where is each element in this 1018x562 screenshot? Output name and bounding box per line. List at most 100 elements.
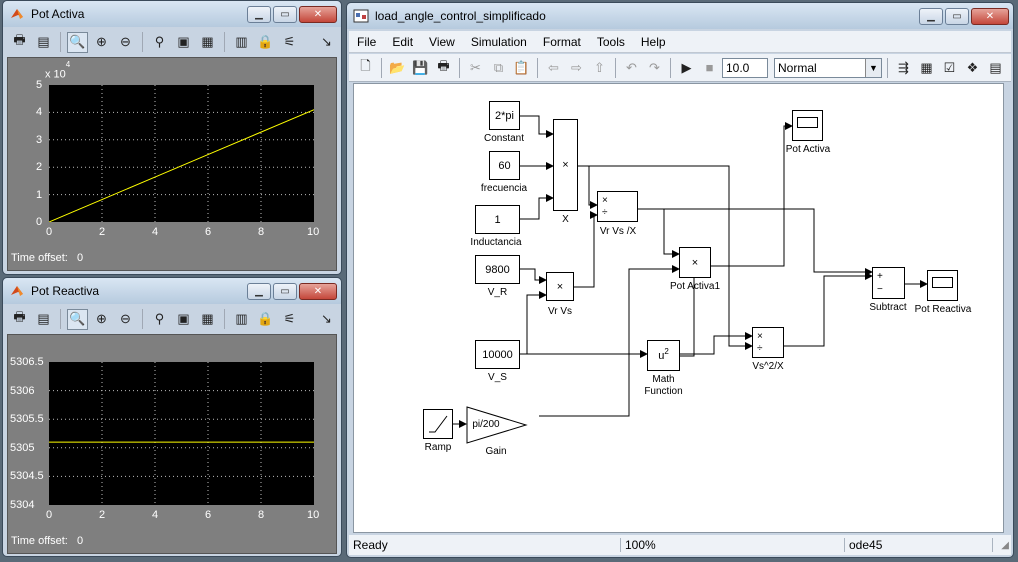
save-axes-icon[interactable]: ▣ <box>173 32 194 53</box>
math-function-block[interactable]: u2 <box>647 340 680 371</box>
menu-file[interactable]: File <box>349 35 384 49</box>
scope-window-pot-reactiva[interactable]: Pot Reactiva ▁ ▭ ✕ 🖶 ▤ 🔍 ⊕ ⊖ ⚲ ▣ ▦ ▥ 🔒 ⚟… <box>2 277 342 557</box>
new-model-icon[interactable]: 🗋 <box>355 57 376 78</box>
model-explorer-icon[interactable]: ▤ <box>985 57 1006 78</box>
forward-icon[interactable]: ⇨ <box>566 57 587 78</box>
scope-window-pot-activa[interactable]: Pot Activa ▁ ▭ ✕ 🖶 ▤ 🔍 ⊕ ⊖ ⚲ ▣ ▦ ▥ 🔒 ⚟ ↘… <box>2 0 342 275</box>
restore-axes-icon[interactable]: ▦ <box>197 309 218 330</box>
minimize-button[interactable]: ▁ <box>247 282 271 300</box>
menu-edit[interactable]: Edit <box>384 35 421 49</box>
parameters-icon[interactable]: ▤ <box>33 32 54 53</box>
scope-pot-reactiva-block[interactable] <box>927 270 958 301</box>
vrvsx-block[interactable]: × ÷ <box>597 191 638 222</box>
scope-pot-activa-block[interactable] <box>792 110 823 141</box>
window-title: load_angle_control_simplificado <box>375 9 546 23</box>
vs2x-block[interactable]: × ÷ <box>752 327 784 358</box>
potactiva1-block[interactable]: × <box>679 247 711 278</box>
stop-time-input[interactable]: 10.0 <box>722 57 768 78</box>
menu-bar: File Edit View Simulation Format Tools H… <box>349 31 1011 53</box>
print-icon[interactable]: 🖶 <box>9 32 30 53</box>
save-icon[interactable]: 💾 <box>410 57 431 78</box>
up-icon[interactable]: ⇧ <box>589 57 610 78</box>
zoom-x-icon[interactable]: ⊕ <box>91 309 112 330</box>
separator <box>224 32 225 52</box>
simulation-mode-select[interactable]: Normal ▼ <box>774 57 882 78</box>
constant-block[interactable]: 2*pi <box>489 101 520 130</box>
print-icon[interactable]: 🖶 <box>9 309 30 330</box>
stop-simulation-icon[interactable]: ■ <box>699 57 720 78</box>
open-icon[interactable]: 📂 <box>387 57 408 78</box>
inductancia-block[interactable]: 1 <box>475 205 520 234</box>
y-tick-label: 5305 <box>10 442 35 454</box>
print-icon[interactable]: 🖶 <box>433 57 454 78</box>
model-canvas[interactable]: 2*pi Constant 60 frecuencia 1 Inductanci… <box>353 83 1004 533</box>
parameters-icon[interactable]: ▤ <box>33 309 54 330</box>
lock-icon[interactable]: 🔒 <box>255 32 276 53</box>
zoom-icon[interactable]: 🔍 <box>67 31 88 53</box>
paste-icon[interactable]: 📋 <box>511 57 532 78</box>
simulink-model-window[interactable]: load_angle_control_simplificado ▁ ▭ ✕ Fi… <box>346 2 1014 558</box>
vrvs-block[interactable]: × <box>546 272 574 301</box>
constant-label: Constant <box>483 133 525 144</box>
redo-icon[interactable]: ↷ <box>644 57 665 78</box>
resize-grip-icon[interactable]: ◢ <box>1001 540 1011 551</box>
x-tick-label: 2 <box>99 509 106 521</box>
cut-icon[interactable]: ✂ <box>465 57 486 78</box>
build-icon[interactable]: ▦ <box>916 57 937 78</box>
update-diagram-icon[interactable]: ⇶ <box>893 57 914 78</box>
maximize-button[interactable]: ▭ <box>273 282 297 300</box>
subtract-block[interactable]: + − <box>872 267 905 299</box>
minimize-button[interactable]: ▁ <box>247 5 271 23</box>
library-browser-icon[interactable]: ❖ <box>962 57 983 78</box>
close-button[interactable]: ✕ <box>971 7 1009 25</box>
menu-help[interactable]: Help <box>633 35 674 49</box>
product-x-block[interactable]: × <box>553 119 578 211</box>
plot-axes[interactable] <box>49 85 314 222</box>
save-axes-icon[interactable]: ▣ <box>173 309 194 330</box>
x-tick-label: 6 <box>205 226 212 238</box>
model-toolbar: 🗋 📂 💾 🖶 ✂ ⧉ 📋 ⇦ ⇨ ⇧ ↶ ↷ ▶ ■ 10.0 Normal ▼… <box>349 54 1011 82</box>
y-tick-label: 2 <box>36 161 43 173</box>
close-button[interactable]: ✕ <box>299 282 337 300</box>
dock-arrow-icon[interactable]: ↘ <box>316 32 337 53</box>
undo-icon[interactable]: ↶ <box>621 57 642 78</box>
zoom-y-icon[interactable]: ⊖ <box>115 32 136 53</box>
menu-tools[interactable]: Tools <box>589 35 633 49</box>
model-advisor-icon[interactable]: ☑ <box>939 57 960 78</box>
dock-arrow-icon[interactable]: ↘ <box>316 309 337 330</box>
floating-scope-icon[interactable]: ▥ <box>231 309 252 330</box>
zoom-y-icon[interactable]: ⊖ <box>115 309 136 330</box>
title-bar[interactable]: load_angle_control_simplificado ▁ ▭ ✕ <box>347 3 1013 29</box>
minimize-button[interactable]: ▁ <box>919 7 943 25</box>
copy-icon[interactable]: ⧉ <box>488 57 509 78</box>
time-offset-value: 0 <box>77 535 84 547</box>
chevron-down-icon[interactable]: ▼ <box>865 58 881 77</box>
autoscale-icon[interactable]: ⚲ <box>149 32 170 53</box>
title-bar[interactable]: Pot Activa ▁ ▭ ✕ <box>3 1 341 27</box>
title-bar[interactable]: Pot Reactiva ▁ ▭ ✕ <box>3 278 341 304</box>
signal-selection-icon[interactable]: ⚟ <box>279 32 300 53</box>
zoom-icon[interactable]: 🔍 <box>67 308 88 330</box>
vr-block[interactable]: 9800 <box>475 255 520 284</box>
back-icon[interactable]: ⇦ <box>543 57 564 78</box>
scope-pot-reactiva-label: Pot Reactiva <box>914 304 972 315</box>
plot-axes[interactable] <box>49 362 314 505</box>
maximize-button[interactable]: ▭ <box>945 7 969 25</box>
start-simulation-icon[interactable]: ▶ <box>676 57 697 78</box>
lock-icon[interactable]: 🔒 <box>255 309 276 330</box>
x-tick-label: 8 <box>258 226 265 238</box>
y-tick-label: 1 <box>36 189 43 201</box>
menu-view[interactable]: View <box>421 35 463 49</box>
restore-axes-icon[interactable]: ▦ <box>197 32 218 53</box>
zoom-x-icon[interactable]: ⊕ <box>91 32 112 53</box>
frecuencia-block[interactable]: 60 <box>489 151 520 180</box>
close-button[interactable]: ✕ <box>299 5 337 23</box>
vs-block[interactable]: 10000 <box>475 340 520 369</box>
menu-simulation[interactable]: Simulation <box>463 35 535 49</box>
floating-scope-icon[interactable]: ▥ <box>231 32 252 53</box>
ramp-block[interactable] <box>423 409 453 439</box>
maximize-button[interactable]: ▭ <box>273 5 297 23</box>
signal-selection-icon[interactable]: ⚟ <box>279 309 300 330</box>
menu-format[interactable]: Format <box>535 35 589 49</box>
autoscale-icon[interactable]: ⚲ <box>149 309 170 330</box>
